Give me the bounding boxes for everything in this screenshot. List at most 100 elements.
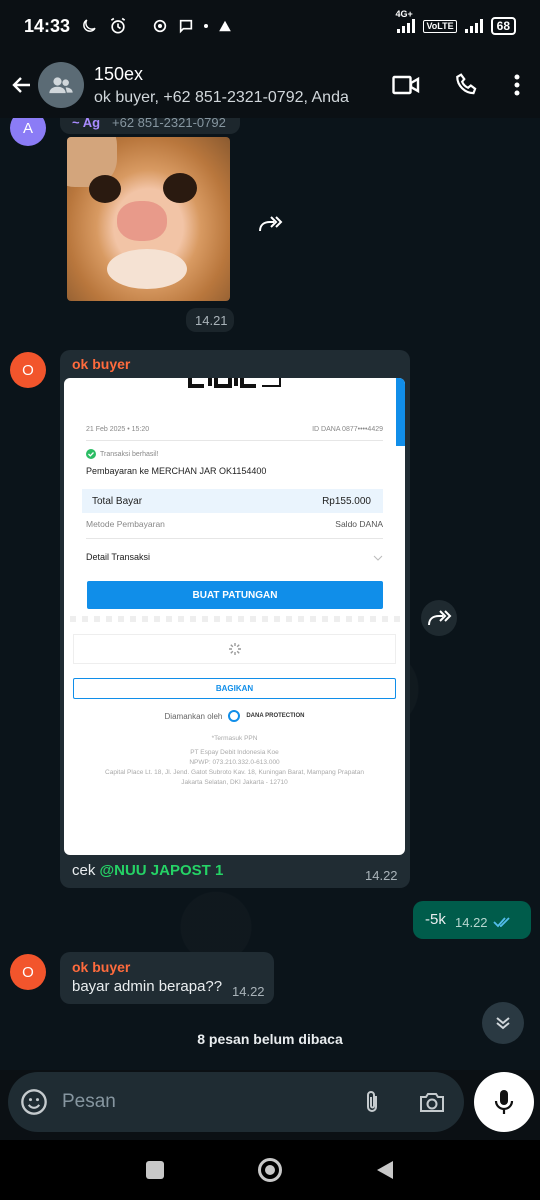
network-type: 4G+ <box>395 9 413 19</box>
warning-icon <box>219 20 231 32</box>
total-row: Total Bayar Rp155.000 <box>82 489 383 513</box>
receipt-date: 21 Feb 2025 • 15:20 <box>86 426 150 433</box>
system-nav-bar <box>0 1140 540 1200</box>
outgoing-message-bubble[interactable]: -5k 14.22 <box>413 901 531 939</box>
status-time: 14:33 <box>24 15 71 36</box>
chat-header: 150ex ok buyer, +62 851-2321-0792, Anda <box>0 52 540 118</box>
network-signal-icon: 4G+ <box>395 9 416 33</box>
phone-icon[interactable] <box>454 72 480 98</box>
transaction-status: Transaksi berhasil! <box>100 450 159 458</box>
unread-label: 8 pesan belum dibaca <box>197 1031 343 1047</box>
method-label: Metode Pembayaran <box>86 519 165 529</box>
notification-icon <box>153 19 167 33</box>
message-composer: Pesan <box>8 1072 464 1132</box>
footer-line: Capital Place Lt. 18, Jl. Jend. Gatot Su… <box>105 769 364 776</box>
alarm-icon <box>110 17 126 34</box>
forward-button[interactable] <box>421 600 457 636</box>
group-icon <box>49 77 73 94</box>
merchant-logo <box>188 378 281 388</box>
cat-sticker[interactable] <box>67 137 230 301</box>
status-bar: 14:33 4G+ VoLTE 68 <box>0 0 540 52</box>
battery-icon: 68 <box>490 17 516 35</box>
receipt-divider <box>86 538 383 539</box>
chat-notification-icon <box>179 19 193 34</box>
forward-button[interactable] <box>252 206 288 242</box>
avatar-initial: O <box>22 361 34 379</box>
caption-text: cek <box>72 862 96 879</box>
volte-badge: VoLTE <box>423 19 457 33</box>
message-bubble[interactable]: ok buyer bayar admin berapa?? 14.22 <box>60 952 274 1004</box>
receipt-divider <box>86 440 383 441</box>
sender-name[interactable]: ~ Ag <box>72 118 100 130</box>
forward-icon <box>428 610 452 626</box>
attachment-icon[interactable] <box>360 1089 384 1115</box>
sender-phone: +62 851-2321-0792 <box>112 118 226 130</box>
double-chevron-down-icon <box>496 1017 510 1030</box>
cat-eye-left <box>89 175 121 203</box>
sender-name[interactable]: ok buyer <box>72 959 130 975</box>
message-input[interactable]: Pesan <box>62 1091 360 1113</box>
voice-message-button[interactable] <box>474 1072 534 1132</box>
receipt-footer: *Termasuk PPN PT Espay Debit Indonesia K… <box>64 734 405 788</box>
avatar-initial: A <box>22 119 33 137</box>
scroll-to-bottom-button[interactable] <box>482 1002 524 1044</box>
receipt-blue-strip <box>396 378 405 446</box>
back-button[interactable] <box>8 71 36 99</box>
group-members: ok buyer, +62 851-2321-0792, Anda <box>94 88 349 106</box>
group-name: 150ex <box>94 63 144 84</box>
arrow-left-icon <box>12 77 30 93</box>
message-time: 14.22 <box>232 984 265 999</box>
back-nav-icon[interactable] <box>376 1160 394 1180</box>
sender-name[interactable]: ok buyer <box>72 356 130 372</box>
dana-logo-icon <box>228 710 241 722</box>
avatar-initial: O <box>22 963 34 981</box>
message-text: -5k <box>425 911 446 928</box>
footer-line: PT Espay Debit Indonesia Koe <box>190 749 279 756</box>
read-receipt-icon <box>493 917 510 928</box>
cat-nose <box>117 201 167 241</box>
method-row: Metode Pembayaran Saldo DANA <box>86 519 383 529</box>
receipt-image[interactable]: 21 Feb 2025 • 15:20 ID DANA 0877••••4429… <box>64 378 405 855</box>
video-call-icon[interactable] <box>392 74 420 96</box>
loading-spinner-icon <box>228 643 241 655</box>
sender-avatar[interactable]: O <box>10 352 46 388</box>
message-caption: cek @NUU JAPOST 1 <box>72 862 223 879</box>
recent-apps-button[interactable] <box>146 1161 164 1179</box>
secured-row: Diamankan oleh DANA PROTECTION <box>64 710 405 722</box>
payment-to: Pembayaran ke MERCHAN JAR OK1154400 <box>86 466 267 476</box>
method-value: Saldo DANA <box>335 519 383 529</box>
sender-avatar[interactable]: A <box>10 118 46 146</box>
home-button[interactable] <box>258 1158 282 1182</box>
chat-info[interactable]: 150ex ok buyer, +62 851-2321-0792, Anda <box>94 64 349 107</box>
total-label: Total Bayar <box>92 495 143 507</box>
secured-by: Diamankan oleh <box>164 711 223 721</box>
footer-line: Jakarta Selatan, DKI Jakarta - 12710 <box>181 779 288 786</box>
loading-card <box>73 634 396 664</box>
forward-icon <box>259 216 283 232</box>
sender-avatar[interactable]: O <box>10 954 46 990</box>
chat-area[interactable]: A ~ Ag +62 851-2321-0792 14.21 O ok buye… <box>0 118 540 1070</box>
more-options-icon[interactable] <box>514 73 520 97</box>
protection-label: DANA PROTECTION <box>246 713 305 719</box>
message-time: 14.21 <box>195 313 228 328</box>
sticker-icon[interactable] <box>20 1088 48 1116</box>
chevron-down-icon <box>373 555 383 561</box>
unread-messages-banner: 8 pesan belum dibaca <box>0 1024 540 1064</box>
message-time: 14.22 <box>455 915 488 930</box>
receipt-id: ID DANA 0877••••4429 <box>312 426 383 433</box>
total-value: Rp155.000 <box>322 495 371 507</box>
receipt-zigzag <box>64 616 405 622</box>
split-bill-button: BUAT PATUNGAN <box>87 581 383 609</box>
group-avatar[interactable] <box>38 62 84 108</box>
moon-icon <box>83 19 96 32</box>
mention-link[interactable]: @NUU JAPOST 1 <box>100 862 224 879</box>
dot-icon <box>204 24 209 28</box>
cat-eye-right <box>163 173 197 203</box>
cat-mouth <box>107 249 187 289</box>
camera-icon[interactable] <box>418 1090 446 1114</box>
sender-label-bubble: ~ Ag +62 851-2321-0792 <box>60 118 240 134</box>
detail-label: Detail Transaksi <box>86 552 151 562</box>
message-text: bayar admin berapa?? <box>72 978 223 995</box>
signal-strength-icon <box>464 19 483 33</box>
footer-line: NPWP: 073.210.332.0-613.000 <box>189 759 280 766</box>
